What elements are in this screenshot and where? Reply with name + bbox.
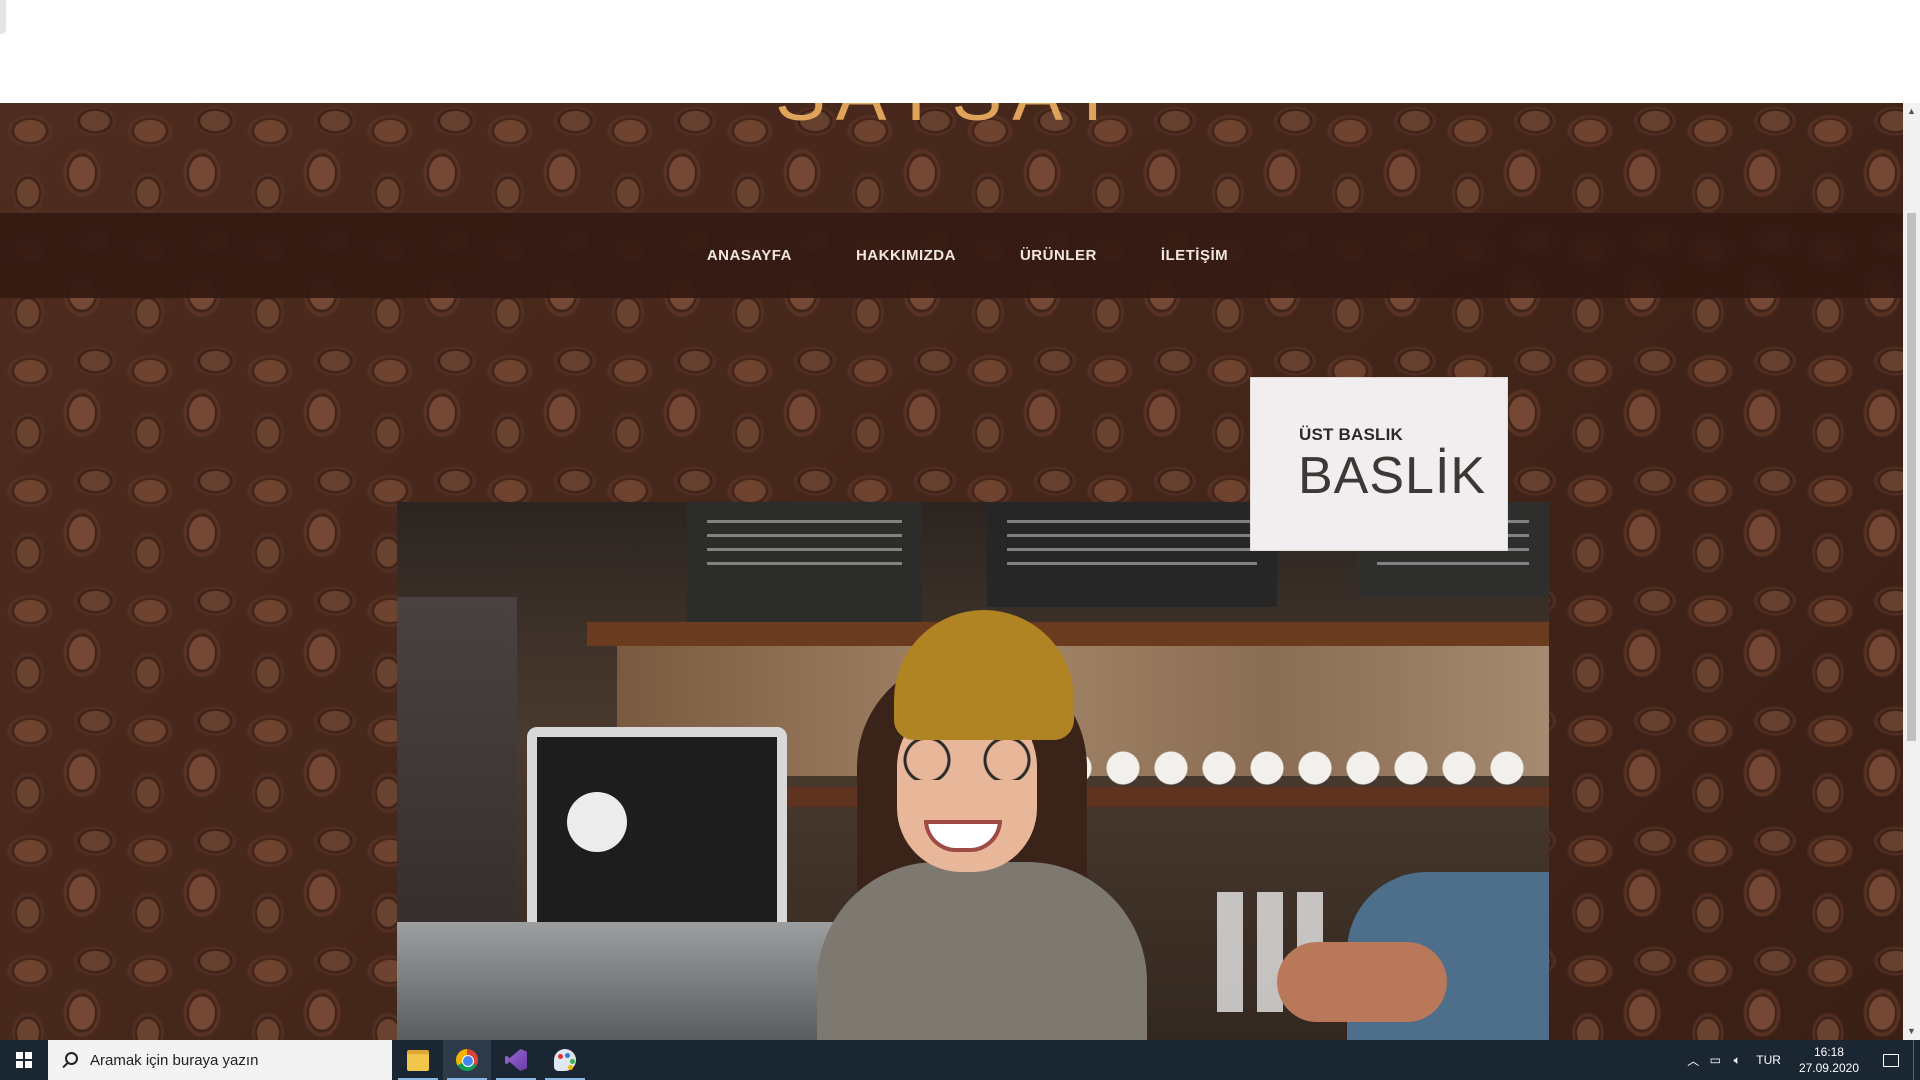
volume-icon[interactable]: 🔈︎	[1726, 1040, 1748, 1080]
clock-time: 16:18	[1813, 1045, 1844, 1059]
nav-item-anasayfa[interactable]: ANASAYFA	[675, 247, 824, 264]
chevron-up-icon[interactable]: ︿	[1682, 1040, 1704, 1080]
main-navbar: ANASAYFA HAKKIMIZDA ÜRÜNLER İLETİŞİM	[0, 213, 1903, 298]
site-brand[interactable]: SAYSAY	[0, 103, 1903, 138]
taskbar-app-visual-studio[interactable]	[492, 1040, 540, 1080]
scroll-down-arrow-icon[interactable]: ▼	[1903, 1023, 1920, 1040]
chalkboard-menu	[687, 502, 922, 622]
chalkboard-menu	[987, 502, 1277, 607]
web-page: SAYSAY ANASAYFA HAKKIMIZDA ÜRÜNLER İLETİ…	[0, 103, 1903, 1040]
search-placeholder: Aramak için buraya yazın	[90, 1051, 259, 1069]
shelf	[587, 622, 1549, 646]
clock-date: 27.09.2020	[1798, 1061, 1859, 1075]
register-disc	[567, 792, 627, 852]
nav-item-hakkimizda[interactable]: HAKKIMIZDA	[824, 247, 988, 264]
paint-icon	[554, 1049, 576, 1071]
cash-register	[527, 727, 787, 937]
clock[interactable]: 16:18 27.09.2020	[1789, 1044, 1869, 1076]
page-scrollbar[interactable]: ▲ ▼	[1903, 103, 1920, 1040]
windows-logo-icon	[16, 1052, 32, 1068]
card-title: BASLİK	[1298, 447, 1487, 505]
nav-item-iletisim[interactable]: İLETİŞİM	[1129, 247, 1260, 264]
cups	[1057, 738, 1537, 788]
folder-icon	[407, 1049, 429, 1071]
barista-sweater	[817, 862, 1147, 1040]
headline-card: ÜST BASLIK BASLİK	[1251, 378, 1507, 550]
notification-icon[interactable]	[1869, 1040, 1913, 1080]
nav-item-urunler[interactable]: ÜRÜNLER	[988, 247, 1129, 264]
scroll-up-arrow-icon[interactable]: ▲	[1903, 103, 1920, 120]
start-button[interactable]	[0, 1040, 48, 1080]
taskbar-app-paint[interactable]	[541, 1040, 589, 1080]
chrome-icon	[456, 1049, 478, 1071]
windows-taskbar: Aramak için buraya yazın ︿ ▭ 🔈︎ TUR 16:1…	[0, 1040, 1920, 1080]
barista-glasses	[887, 740, 1057, 780]
taskbar-app-file-explorer[interactable]	[394, 1040, 442, 1080]
hero-photo	[397, 502, 1549, 1040]
tab-edge	[0, 0, 6, 34]
nav-list: ANASAYFA HAKKIMIZDA ÜRÜNLER İLETİŞİM	[643, 247, 1260, 264]
network-icon[interactable]: ▭	[1704, 1040, 1726, 1080]
language-indicator[interactable]: TUR	[1748, 1053, 1789, 1067]
show-desktop-button[interactable]	[1913, 1040, 1920, 1080]
browser-top-area	[0, 0, 1920, 103]
customer-arm	[1277, 942, 1447, 1022]
taskbar-search-box[interactable]: Aramak için buraya yazın	[48, 1040, 392, 1080]
visual-studio-icon	[505, 1049, 527, 1071]
search-icon	[60, 1050, 80, 1070]
system-tray: ︿ ▭ 🔈︎ TUR 16:18 27.09.2020	[1682, 1040, 1920, 1080]
scroll-thumb[interactable]	[1907, 213, 1916, 741]
card-subtitle: ÜST BASLIK	[1299, 425, 1403, 444]
taskbar-app-chrome[interactable]	[443, 1040, 491, 1080]
